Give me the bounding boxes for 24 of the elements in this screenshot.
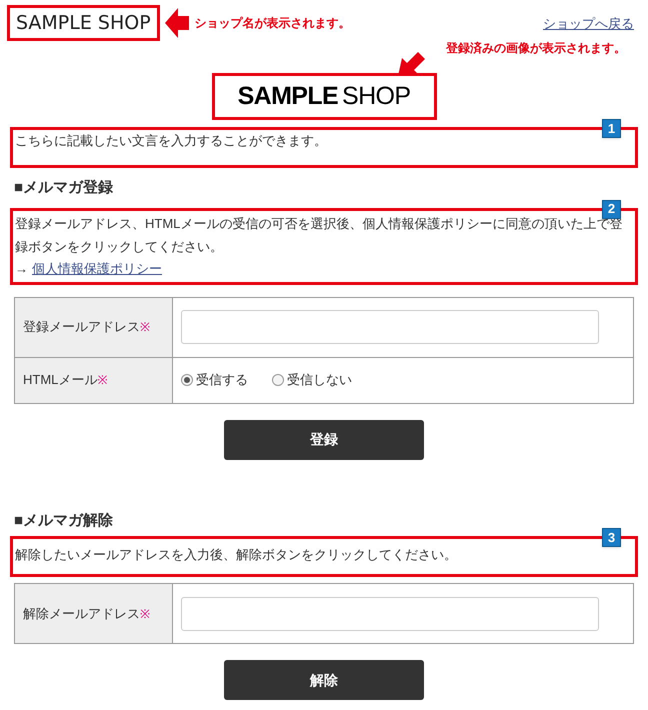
radio-option[interactable]: 受信しない [272, 370, 352, 390]
number-badge: 3 [602, 528, 621, 547]
arrow-icon [164, 8, 189, 38]
radio-option[interactable]: 受信する [181, 370, 248, 390]
number-badge: 2 [602, 200, 621, 218]
email-field[interactable] [181, 596, 599, 630]
annotation-text: ショップ名が表示されます。 [194, 15, 351, 32]
email-field[interactable] [181, 310, 599, 344]
section-heading: ■メルマガ解除 [14, 510, 114, 530]
field-label: 登録メールアドレス※ [23, 318, 150, 336]
privacy-policy-link[interactable]: 個人情報保護ポリシー [32, 258, 162, 280]
section-heading: ■メルマガ登録 [14, 178, 114, 198]
shop-name: SAMPLE SHOP [7, 5, 160, 41]
register-button[interactable]: 登録 [224, 420, 424, 460]
field-label: 解除メールアドレス※ [23, 604, 150, 623]
back-link[interactable]: ショップへ戻る [543, 14, 634, 34]
description-text: 解除したいメールアドレスを入力後、解除ボタンをクリックしてください。 [15, 546, 458, 564]
number-badge: 1 [602, 119, 621, 138]
logo: SAMPLE SHOP [212, 73, 436, 120]
intro-text: こちらに記載したい文言を入力することができます。 [15, 132, 328, 150]
unsubscribe-button[interactable]: 解除 [224, 660, 424, 700]
annotation-text: 登録済みの画像が表示されます。 [446, 40, 626, 57]
arrow-text: → [15, 260, 28, 278]
field-label: HTMLメール※ [23, 371, 108, 390]
